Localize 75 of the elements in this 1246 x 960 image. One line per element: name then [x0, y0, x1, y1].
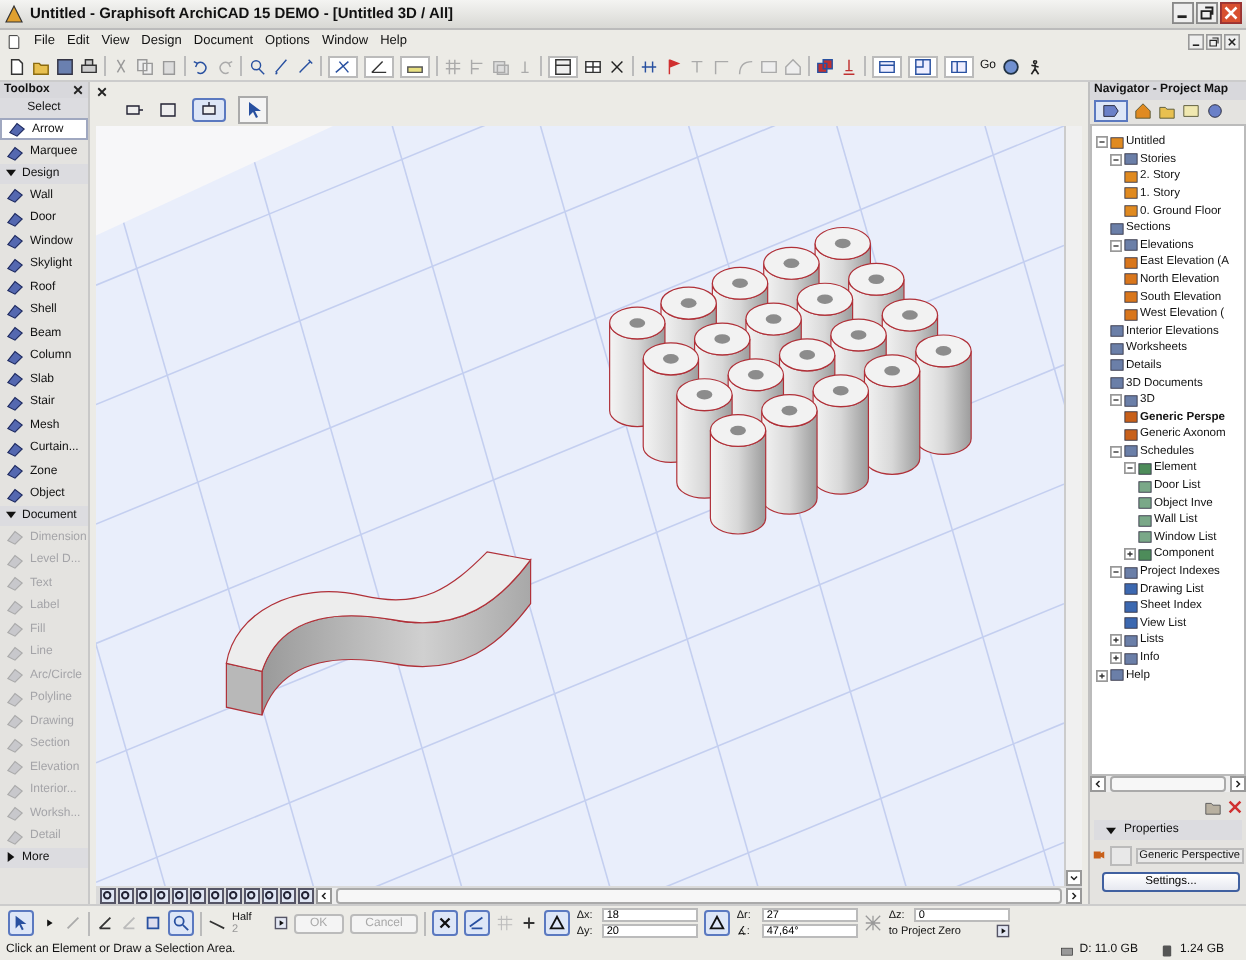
undo-icon[interactable] — [192, 57, 210, 76]
left-arrow-icon[interactable] — [1090, 776, 1106, 793]
expander-icon[interactable] — [1124, 462, 1136, 475]
expander-icon[interactable] — [1096, 669, 1108, 682]
vertical-scrollbar[interactable] — [1064, 125, 1082, 887]
caret-icon[interactable] — [996, 924, 1011, 939]
table-icon[interactable] — [584, 57, 602, 76]
left-arrow-icon[interactable] — [316, 887, 332, 904]
pointer-icon[interactable] — [238, 95, 268, 124]
window-icon[interactable] — [872, 55, 902, 78]
minimize-icon[interactable] — [1188, 33, 1204, 50]
extruded-wall-drawing[interactable] — [225, 551, 532, 716]
cross-icon[interactable] — [608, 57, 626, 76]
folder-icon[interactable] — [1158, 102, 1176, 121]
expander-icon[interactable] — [1110, 153, 1122, 166]
minimize-icon[interactable] — [1172, 2, 1194, 25]
walking-figure-icon[interactable] — [1026, 57, 1045, 76]
expander-icon[interactable] — [1110, 445, 1122, 458]
house-icon[interactable] — [1134, 102, 1152, 121]
layout-icon[interactable] — [548, 55, 578, 78]
restore-icon[interactable] — [1196, 2, 1218, 25]
sheet-icon[interactable] — [1182, 102, 1200, 121]
scroll-thumb[interactable] — [1110, 776, 1226, 793]
globe-icon[interactable] — [1206, 102, 1224, 121]
folder-icon[interactable] — [32, 57, 50, 76]
rectangle-icon[interactable] — [158, 99, 180, 120]
flag-icon[interactable] — [664, 57, 682, 76]
split-icon[interactable] — [640, 57, 658, 76]
cross-button[interactable] — [432, 910, 459, 937]
floorplan-icon[interactable] — [908, 55, 938, 78]
angle-icon[interactable] — [96, 914, 114, 933]
close-icon[interactable] — [72, 83, 84, 96]
pencil-icon — [468, 914, 487, 933]
expander-icon[interactable] — [1096, 136, 1108, 149]
angle-icon[interactable] — [364, 55, 394, 78]
expander-icon[interactable] — [1110, 652, 1122, 665]
delete-icon[interactable] — [1226, 797, 1244, 816]
panel-icon[interactable] — [944, 55, 974, 78]
document-icon[interactable] — [6, 33, 22, 50]
expander-icon[interactable] — [1110, 634, 1122, 647]
folder-icon[interactable] — [1204, 797, 1222, 816]
expander-icon[interactable] — [1110, 239, 1122, 252]
plus-icon[interactable] — [520, 914, 539, 933]
close-icon[interactable] — [1224, 33, 1240, 50]
id-field[interactable] — [1110, 845, 1132, 866]
pointer-icon — [12, 914, 30, 933]
page-icon[interactable] — [8, 57, 26, 76]
restore-icon[interactable] — [1206, 33, 1222, 50]
globe-icon[interactable] — [1002, 57, 1021, 76]
triangle-icon — [708, 914, 727, 933]
right-arrow-icon[interactable] — [1066, 887, 1082, 904]
caret-icon[interactable] — [274, 916, 288, 931]
cross-icon — [436, 914, 455, 933]
magnifier-button[interactable] — [168, 910, 194, 937]
triangle-icon — [548, 914, 567, 933]
cylinder-array-drawing[interactable] — [609, 226, 972, 535]
pencil-button[interactable] — [464, 910, 491, 937]
cubes-icon[interactable] — [816, 57, 834, 76]
expander-icon[interactable] — [1110, 394, 1122, 407]
right-arrow-icon[interactable] — [1230, 776, 1246, 793]
delta-button[interactable] — [544, 910, 571, 937]
down-arrow-icon[interactable] — [1066, 870, 1082, 887]
printer-icon[interactable] — [80, 57, 98, 76]
star-burst-icon[interactable] — [864, 914, 883, 933]
close-icon[interactable] — [96, 85, 108, 98]
memory-chip-icon — [1159, 943, 1174, 957]
expander-icon[interactable] — [1124, 548, 1136, 561]
clipboard-icon[interactable] — [160, 57, 178, 76]
project-map-icon[interactable] — [1094, 100, 1128, 123]
horizontal-scrollbar[interactable] — [1090, 776, 1246, 793]
expander-icon[interactable] — [1110, 566, 1122, 579]
delta-button[interactable] — [704, 910, 731, 937]
close-icon[interactable] — [1220, 2, 1242, 25]
arrow-tool-button[interactable] — [8, 910, 34, 937]
app-logo-icon — [4, 3, 24, 24]
